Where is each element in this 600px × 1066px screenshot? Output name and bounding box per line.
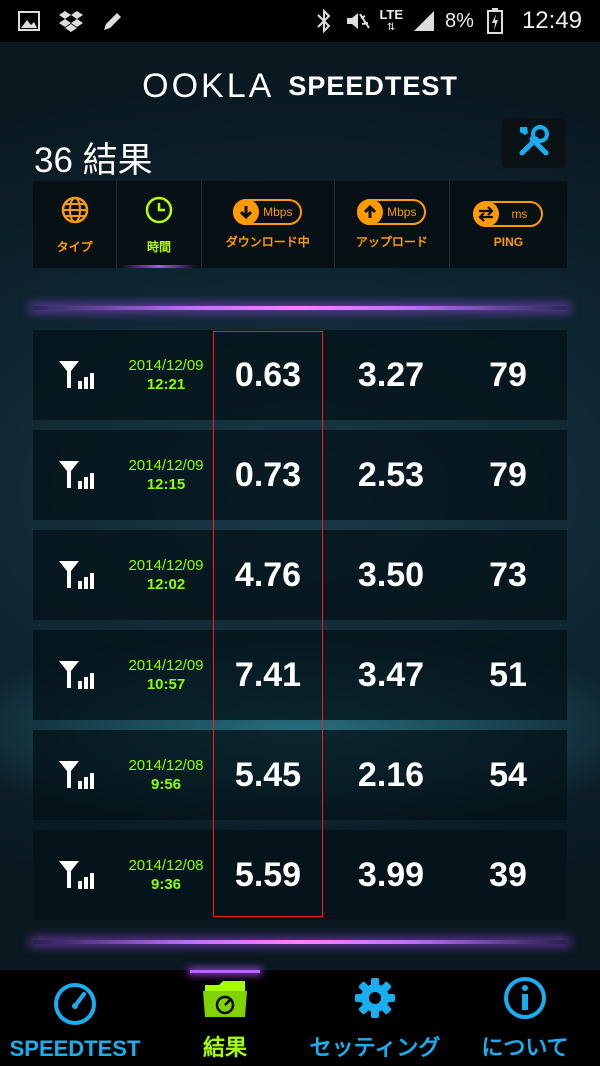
result-row[interactable]: 2014/12/09 12:21 0.63 3.27 79 (33, 330, 567, 420)
tools-button[interactable] (502, 118, 566, 168)
cell-signal-icon (33, 358, 119, 392)
upload-pill: Mbps (357, 199, 427, 225)
download-value: 5.45 (234, 755, 302, 794)
gear-icon (353, 976, 397, 1020)
result-datetime: 2014/12/09 12:21 (128, 357, 204, 393)
sort-download[interactable]: Mbps ダウンロード中 (202, 181, 335, 268)
ping-icon (473, 200, 500, 227)
sort-bar: タイプ 時間 Mbps ダウンロード中 Mbps アップロード ms PING (33, 181, 567, 268)
app-logo: OOKLA SPEEDTEST (0, 66, 600, 106)
network-type: LTE ⇅ (379, 7, 404, 33)
ping-value: 51 (489, 655, 527, 694)
download-value: 0.63 (234, 355, 302, 394)
result-datetime: 2014/12/09 10:57 (128, 657, 204, 693)
result-row[interactable]: 2014/12/08 9:36 5.59 3.99 39 (33, 830, 567, 920)
bottom-nav: SPEEDTEST 結果 セッティング について (0, 970, 600, 1066)
result-datetime: 2014/12/09 12:02 (128, 557, 204, 593)
results-list: 2014/12/09 12:21 0.63 3.27 79 2014/12/09… (33, 330, 567, 930)
upload-value: 3.50 (357, 555, 425, 594)
result-datetime: 2014/12/08 9:56 (128, 757, 204, 793)
gallery-icon (16, 8, 42, 34)
result-row[interactable]: 2014/12/09 12:15 0.73 2.53 79 (33, 430, 567, 520)
nav-results[interactable]: 結果 (150, 970, 300, 1066)
clock-time: 12:49 (521, 7, 582, 34)
sort-label: ダウンロード中 (225, 235, 310, 249)
ping-value: 79 (489, 355, 527, 394)
sort-upload[interactable]: Mbps アップロード (335, 181, 450, 268)
bluetooth-icon (311, 8, 337, 34)
download-icon (233, 199, 260, 225)
sort-type[interactable]: タイプ (33, 181, 118, 268)
ping-value: 79 (489, 455, 527, 494)
pencil-icon (100, 8, 126, 34)
result-row[interactable]: 2014/12/09 10:57 7.41 3.47 51 (33, 630, 567, 720)
divider-glow-bottom (33, 940, 567, 944)
sort-ping[interactable]: ms PING (450, 181, 567, 268)
upload-value: 2.16 (357, 755, 425, 794)
sort-time[interactable]: 時間 (117, 181, 202, 268)
globe-icon (60, 195, 90, 230)
result-datetime: 2014/12/08 9:36 (128, 857, 204, 893)
logo-brand: OOKLA (142, 66, 275, 105)
battery-percent: 8% (445, 9, 474, 32)
sort-label: 時間 (147, 239, 172, 254)
cell-signal-icon (33, 458, 119, 492)
cell-signal-icon (33, 658, 119, 692)
status-bar: LTE ⇅ 8% 12:49 (0, 0, 600, 42)
result-row[interactable]: 2014/12/08 9:56 5.45 2.16 54 (33, 730, 567, 820)
ping-value: 39 (489, 855, 527, 894)
upload-value: 3.47 (357, 655, 425, 694)
download-pill: Mbps (233, 199, 303, 225)
logo-product: SPEEDTEST (288, 70, 458, 101)
sort-label: アップロード (355, 235, 428, 249)
ping-value: 54 (489, 755, 527, 794)
download-value: 5.59 (234, 855, 302, 894)
cell-signal-icon (33, 858, 119, 892)
tools-icon (516, 123, 552, 164)
download-value: 4.76 (234, 555, 302, 594)
page-title: 36 結果 (34, 141, 153, 180)
sort-label: タイプ (56, 239, 93, 254)
nav-settings[interactable]: セッティング (300, 970, 450, 1066)
result-datetime: 2014/12/09 12:15 (128, 457, 204, 493)
sort-label: PING (493, 234, 524, 249)
nav-speedtest[interactable]: SPEEDTEST (0, 970, 150, 1066)
upload-icon (357, 199, 384, 225)
dropbox-icon (58, 8, 84, 34)
cell-signal-icon (33, 558, 119, 592)
upload-value: 2.53 (357, 455, 425, 494)
nav-about[interactable]: について (450, 970, 600, 1066)
mute-icon (345, 8, 371, 34)
signal-icon (411, 8, 437, 34)
clock-icon (144, 195, 174, 230)
results-folder-icon (201, 976, 249, 1020)
ping-value: 73 (489, 555, 527, 594)
download-value: 0.73 (234, 455, 302, 494)
result-row[interactable]: 2014/12/09 12:02 4.76 3.50 73 (33, 530, 567, 620)
battery-icon (482, 8, 508, 34)
speedometer-icon (52, 982, 98, 1026)
divider-glow-top (33, 306, 567, 310)
upload-value: 3.27 (357, 355, 425, 394)
cell-signal-icon (33, 758, 119, 792)
upload-value: 3.99 (357, 855, 425, 894)
ping-pill: ms (473, 200, 544, 227)
download-value: 7.41 (234, 655, 302, 694)
info-icon (502, 976, 548, 1020)
